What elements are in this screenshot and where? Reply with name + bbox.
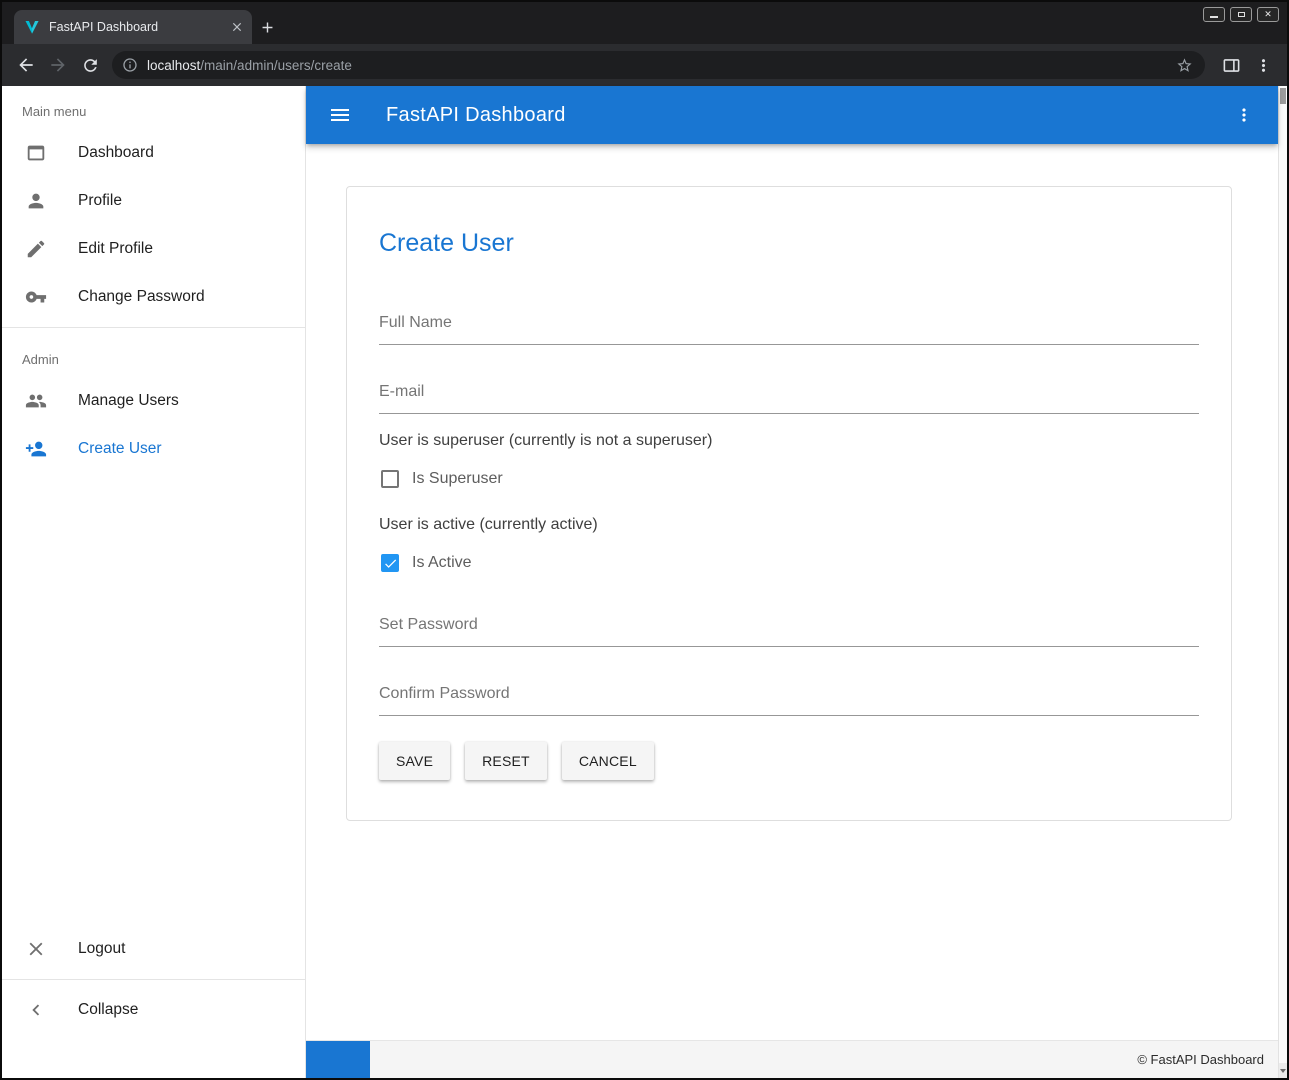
url-text: localhost/main/admin/users/create	[147, 58, 1176, 73]
sidebar-section-main-menu: Main menu	[2, 86, 305, 129]
footer-accent-block	[306, 1041, 370, 1078]
footer-copyright-area: © FastAPI Dashboard	[370, 1041, 1278, 1078]
active-hint: User is active (currently active)	[379, 516, 1199, 534]
content-area: Create User User is superuser (currently…	[306, 144, 1278, 1040]
sidebar-item-collapse[interactable]: Collapse	[2, 986, 305, 1034]
new-tab-button[interactable]	[252, 12, 282, 42]
is-active-checkbox-row[interactable]: Is Active	[379, 554, 1199, 572]
footer-copyright: © FastAPI Dashboard	[1137, 1052, 1264, 1067]
sidebar-item-label: Create User	[78, 440, 162, 458]
window-close-button[interactable]: ✕	[1257, 7, 1279, 22]
sidebar-item-label: Collapse	[78, 1001, 138, 1019]
address-bar[interactable]: localhost/main/admin/users/create	[112, 51, 1205, 79]
app-footer: © FastAPI Dashboard	[306, 1040, 1278, 1078]
browser-tab[interactable]: FastAPI Dashboard	[14, 10, 252, 44]
url-path: /main/admin/users/create	[200, 58, 352, 73]
reload-button[interactable]	[74, 49, 106, 81]
checkbox-label: Is Active	[412, 554, 472, 572]
tab-close-icon[interactable]	[228, 18, 246, 36]
set-password-input[interactable]	[379, 610, 1199, 647]
page-info-icon[interactable]	[122, 57, 138, 73]
vertical-scrollbar[interactable]	[1278, 86, 1287, 1078]
dashboard-icon	[24, 141, 48, 165]
full-name-input[interactable]	[379, 308, 1199, 345]
checkbox-label: Is Superuser	[412, 470, 503, 488]
browser-window: FastAPI Dashboard ✕ localhost/	[0, 0, 1289, 1080]
sidebar-spacer	[2, 473, 305, 925]
window-maximize-button[interactable]	[1230, 7, 1252, 22]
sidebar-item-change-password[interactable]: Change Password	[2, 273, 305, 321]
window-controls: ✕	[1203, 7, 1279, 22]
browser-menu-kebab-icon[interactable]	[1247, 49, 1279, 81]
form-actions: SAVE RESET CANCEL	[379, 742, 1199, 780]
sidebar-item-label: Profile	[78, 192, 122, 210]
page: Main menu Dashboard Profile Edit Profile	[2, 86, 1287, 1078]
url-host: localhost	[147, 58, 200, 73]
browser-titlebar: FastAPI Dashboard ✕	[2, 2, 1287, 44]
sidebar-item-label: Manage Users	[78, 392, 179, 410]
window-minimize-button[interactable]	[1203, 7, 1225, 22]
person-add-icon	[24, 437, 48, 461]
scrollbar-down-arrow[interactable]	[1279, 1063, 1287, 1078]
page-title: Create User	[379, 229, 1199, 258]
email-input[interactable]	[379, 377, 1199, 414]
is-superuser-checkbox-row[interactable]: Is Superuser	[379, 470, 1199, 488]
sidebar-item-label: Change Password	[78, 288, 205, 306]
forward-button[interactable]	[42, 49, 74, 81]
fastapi-dashboard-favicon-icon	[24, 19, 40, 35]
reset-button[interactable]: RESET	[465, 742, 547, 780]
person-icon	[24, 189, 48, 213]
sidebar-section-admin: Admin	[2, 334, 305, 377]
people-icon	[24, 389, 48, 413]
browser-toolbar: localhost/main/admin/users/create	[2, 44, 1287, 86]
close-x-icon	[24, 937, 48, 961]
minimize-icon	[1210, 16, 1218, 18]
pencil-icon	[24, 237, 48, 261]
side-panel-icon[interactable]	[1215, 49, 1247, 81]
maximize-icon	[1238, 12, 1245, 17]
sidebar: Main menu Dashboard Profile Edit Profile	[2, 86, 306, 1078]
is-superuser-checkbox[interactable]	[381, 470, 399, 488]
app-menu-kebab-icon[interactable]	[1226, 97, 1262, 133]
sidebar-item-label: Edit Profile	[78, 240, 153, 258]
sidebar-item-label: Logout	[78, 940, 125, 958]
key-icon	[24, 285, 48, 309]
save-button[interactable]: SAVE	[379, 742, 450, 780]
bookmark-star-icon[interactable]	[1176, 57, 1193, 74]
cancel-button[interactable]: CANCEL	[562, 742, 654, 780]
tab-title: FastAPI Dashboard	[49, 20, 228, 34]
hamburger-menu-icon[interactable]	[322, 97, 358, 133]
sidebar-item-create-user[interactable]: Create User	[2, 425, 305, 473]
create-user-card: Create User User is superuser (currently…	[346, 186, 1232, 821]
app-bar: FastAPI Dashboard	[306, 86, 1278, 144]
main-area: FastAPI Dashboard Create User User is su…	[306, 86, 1278, 1078]
close-icon: ✕	[1264, 10, 1272, 19]
back-button[interactable]	[10, 49, 42, 81]
sidebar-divider	[2, 327, 305, 328]
chevron-left-icon	[24, 998, 48, 1022]
down-arrow-icon	[1280, 1069, 1286, 1073]
sidebar-item-profile[interactable]: Profile	[2, 177, 305, 225]
app-title: FastAPI Dashboard	[386, 104, 566, 127]
sidebar-item-manage-users[interactable]: Manage Users	[2, 377, 305, 425]
sidebar-item-dashboard[interactable]: Dashboard	[2, 129, 305, 177]
confirm-password-input[interactable]	[379, 679, 1199, 716]
sidebar-item-edit-profile[interactable]: Edit Profile	[2, 225, 305, 273]
superuser-hint: User is superuser (currently is not a su…	[379, 432, 1199, 450]
sidebar-item-logout[interactable]: Logout	[2, 925, 305, 973]
sidebar-divider	[2, 979, 305, 980]
is-active-checkbox[interactable]	[381, 554, 399, 572]
scrollbar-thumb[interactable]	[1280, 88, 1286, 104]
sidebar-item-label: Dashboard	[78, 144, 154, 162]
